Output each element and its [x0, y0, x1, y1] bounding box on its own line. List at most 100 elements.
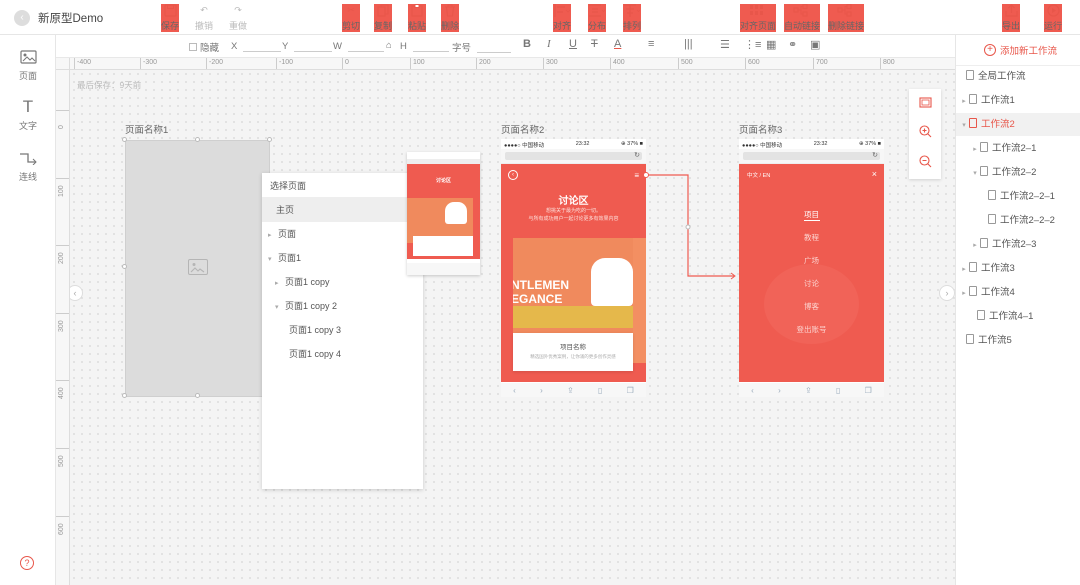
bold-button[interactable]: B [523, 38, 531, 50]
y-input[interactable] [294, 40, 333, 52]
numbered-list-button[interactable]: ⋮≡ [744, 38, 761, 51]
page-label[interactable]: 页面名称3 [739, 122, 782, 136]
page-label[interactable]: 页面名称1 [125, 122, 168, 136]
fit-screen-button[interactable] [918, 95, 932, 113]
caret-down-icon[interactable]: ▾ [275, 296, 285, 320]
resize-handle[interactable] [122, 393, 127, 398]
workflow-item[interactable]: ▸ 工作流1 [956, 89, 1080, 112]
workflow-item[interactable]: ▾ 工作流2–2 [956, 161, 1080, 184]
align-left-button[interactable]: ≡ [648, 38, 654, 50]
export-button[interactable]: 导出 [1002, 4, 1021, 32]
italic-button[interactable]: I [547, 38, 551, 50]
h-field[interactable]: H [400, 40, 449, 52]
resize-handle[interactable] [195, 393, 200, 398]
resize-handle[interactable] [122, 137, 127, 142]
page-option[interactable]: 页面1 copy 4 [262, 342, 423, 366]
x-input[interactable] [243, 40, 282, 52]
resize-handle[interactable] [122, 264, 127, 269]
caret-down-icon[interactable]: ▾ [970, 162, 980, 185]
add-workflow-button[interactable]: + 添加新工作流 [984, 43, 1057, 57]
picture-button[interactable]: ▣ [810, 38, 820, 51]
caret-right-icon[interactable]: ▸ [970, 138, 980, 161]
collapse-left-panel-button[interactable]: ‹ [70, 285, 83, 301]
lock-ratio[interactable]: ⌂ [386, 40, 392, 51]
zoom-out-icon [918, 155, 931, 168]
list-button[interactable]: ☰ [720, 38, 730, 51]
hide-toggle[interactable]: 隐藏 [189, 40, 219, 54]
page-link-connector[interactable] [640, 170, 740, 280]
h-input[interactable] [412, 40, 449, 52]
delete-button[interactable]: 删除 [441, 4, 460, 32]
font-size-field[interactable]: 字号 [452, 40, 512, 54]
rail-item-text[interactable]: T 文字 [0, 97, 56, 132]
redo-button[interactable]: ↷ 重做 [229, 4, 247, 32]
workflow-item[interactable]: ▸ 工作流3 [956, 257, 1080, 280]
distribute-button[interactable]: 分布 [588, 4, 607, 32]
hamburger-menu-icon: ≡ [634, 171, 639, 180]
page-label[interactable]: 页面名称2 [501, 122, 544, 136]
workflow-item[interactable]: ▸ 工作流2–1 [956, 137, 1080, 160]
caret-right-icon[interactable]: ▸ [970, 234, 980, 257]
workflow-item[interactable]: 工作流5 [956, 329, 1080, 352]
workflow-item[interactable]: 工作流4–1 [956, 305, 1080, 328]
caret-right-icon[interactable]: ▸ [268, 224, 278, 248]
paste-button[interactable]: 粘贴 [408, 4, 427, 32]
caret-down-icon[interactable]: ▾ [959, 114, 969, 137]
caret-right-icon[interactable]: ▸ [959, 258, 969, 281]
caret-right-icon[interactable]: ▸ [959, 282, 969, 305]
workflow-item[interactable]: ▸ 工作流2–3 [956, 233, 1080, 256]
align-button[interactable]: 对齐 [553, 4, 572, 32]
run-button[interactable]: 运行 [1044, 4, 1063, 32]
undo-button[interactable]: ↶ 撤销 [195, 4, 213, 32]
rail-item-page[interactable]: 页面 [0, 48, 56, 82]
workflow-item[interactable]: 工作流2–2–2 [956, 209, 1080, 232]
link-button[interactable]: ⚭ [788, 38, 797, 51]
w-field[interactable]: W [333, 40, 384, 52]
auto-link-button[interactable]: 自动链接 [784, 4, 821, 32]
caret-right-icon[interactable]: ▸ [959, 90, 969, 113]
page-artboard-3[interactable]: ●●●●○ 中国移动 23:32 ⊕ 37% ■ ↻ 中文 / EN × 项目 … [739, 139, 884, 397]
strikethrough-button[interactable]: T [591, 38, 598, 50]
remove-link-button[interactable]: 删除链接 [828, 4, 865, 32]
page-option[interactable]: 页面1 copy 3 [262, 318, 423, 342]
workflow-item[interactable]: 全局工作流 [956, 65, 1080, 88]
ruler-mark: 0 [342, 58, 349, 69]
workflow-item[interactable]: 工作流2–2–1 [956, 185, 1080, 208]
cut-button[interactable]: ✂ 剪切 [342, 4, 361, 32]
caret-right-icon[interactable]: ▸ [275, 272, 285, 296]
x-field[interactable]: X [231, 40, 282, 52]
align-page-button[interactable]: 对齐页面 [740, 4, 777, 32]
caret-down-icon[interactable]: ▾ [268, 248, 278, 272]
collapse-right-panel-button[interactable]: › [939, 285, 955, 301]
save-button[interactable]: 保存 [161, 4, 180, 32]
y-field[interactable]: Y [282, 40, 333, 52]
back-button[interactable]: ‹ [14, 10, 30, 26]
underline-button[interactable]: U [569, 38, 577, 50]
arrange-button[interactable]: 排列 [623, 4, 642, 32]
font-size-input[interactable] [477, 41, 512, 53]
rail-item-connector[interactable]: 连线 [0, 149, 56, 183]
table-button[interactable]: ▦ [766, 38, 776, 51]
zoom-out-button[interactable] [918, 155, 932, 173]
copy-button[interactable]: 复制 [374, 4, 393, 32]
font-color-button[interactable]: A [614, 38, 621, 50]
ruler-mark: 400 [610, 58, 625, 69]
page-option[interactable]: ▸ 页面1 copy [262, 270, 423, 294]
resize-handle[interactable] [267, 137, 272, 142]
line-spacing-button[interactable]: ||| [684, 38, 693, 50]
page-option[interactable]: ▸ 页面 [262, 222, 423, 246]
workflow-item-active[interactable]: ▾ 工作流2 [956, 113, 1080, 136]
page-option[interactable]: ▾ 页面1 [262, 246, 423, 270]
w-input[interactable] [347, 40, 384, 52]
workflow-item[interactable]: ▸ 工作流4 [956, 281, 1080, 304]
page-artboard-1[interactable] [125, 140, 270, 397]
resize-handle[interactable] [195, 137, 200, 142]
menu-active-underline [804, 220, 820, 221]
page-artboard-2[interactable]: ●●●●○ 中国移动 23:32 ⊕ 37% ■ ↻ ‹ ≡ 讨论区 想挑关于最… [501, 139, 646, 397]
help-button[interactable]: ? [20, 556, 34, 570]
design-canvas[interactable]: 最后保存：9天前 页面名称1 选择页面 主页 ▸ 页面 ▾ 页面1 ▸ 页面1 cop… [70, 70, 955, 585]
page-option[interactable]: ▾ 页面1 copy 2 [262, 294, 423, 318]
zoom-in-button[interactable] [918, 125, 932, 143]
page-option-home[interactable]: 主页 [262, 198, 423, 222]
ruler-mark: 400 [56, 380, 69, 399]
